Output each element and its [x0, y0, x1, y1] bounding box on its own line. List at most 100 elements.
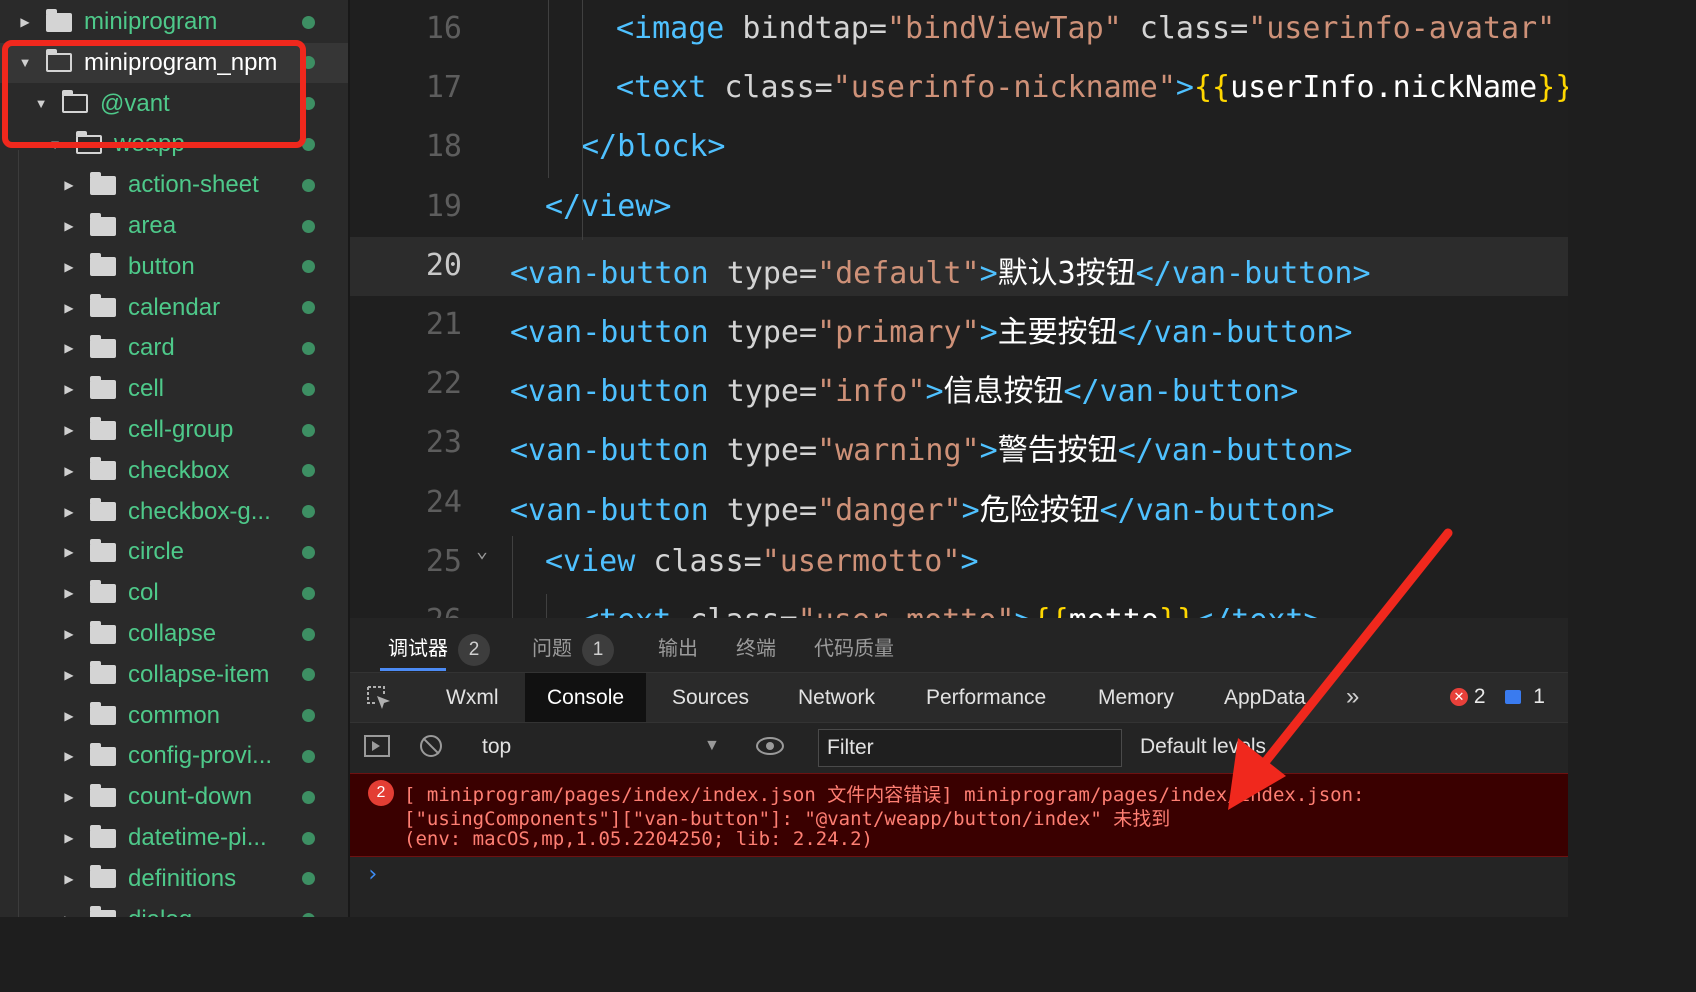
folder-icon [90, 661, 116, 685]
caret-right-icon[interactable]: ▶ [62, 178, 76, 192]
code-line[interactable]: 17 <text class="userinfo-nickname">{{user… [350, 59, 1568, 118]
panel-tab[interactable]: 问题 1 [532, 632, 614, 666]
code-line[interactable]: 26 <text class="user-motto">{{motto}}</te… [350, 592, 1568, 618]
caret-right-icon[interactable]: ▶ [62, 545, 76, 559]
code-content: </block> [581, 129, 726, 164]
code-token: s [1555, 11, 1568, 46]
caret-right-icon[interactable]: ▶ [62, 219, 76, 233]
code-line[interactable]: 18 </block> [350, 118, 1568, 177]
tree-item-circle[interactable]: ▶ circle [0, 532, 348, 572]
code-line[interactable]: 22 <van-button type="info">信息按钮</van-butt… [350, 355, 1568, 414]
message-icon [1505, 690, 1522, 705]
code-line[interactable]: 20 <van-button type="default">默认3按钮</van-… [350, 236, 1568, 296]
caret-right-icon[interactable]: ▶ [62, 586, 76, 600]
code-line[interactable]: 21 <van-button type="primary">主要按钮</van-b… [350, 296, 1568, 355]
tree-item-definitions[interactable]: ▶ definitions [0, 859, 348, 899]
code-line[interactable]: 16 <image bindtap="bindViewTap" class="us… [350, 0, 1568, 59]
tree-item-datetime-pi[interactable]: ▶ datetime-pi... [0, 818, 348, 858]
code-token: {{ [1193, 70, 1231, 106]
devtools-tab[interactable]: Console [525, 673, 647, 723]
tree-item-label: config-provi... [128, 742, 273, 770]
context-select[interactable]: top [482, 735, 511, 759]
devtools-tab[interactable]: Sources [650, 673, 771, 723]
caret-right-icon[interactable]: ▶ [62, 872, 76, 886]
caret-right-icon[interactable]: ▶ [62, 464, 76, 478]
tree-item-card[interactable]: ▶ card [0, 328, 348, 368]
git-status-dot [302, 790, 315, 804]
tree-item-button[interactable]: ▶ button [0, 247, 348, 287]
tree-item-label: dialog [128, 906, 192, 917]
caret-right-icon[interactable]: ▶ [62, 301, 76, 315]
filter-input[interactable] [818, 729, 1122, 767]
tree-item-cell[interactable]: ▶ cell [0, 369, 348, 409]
tree-item-checkbox-g[interactable]: ▶ checkbox-g... [0, 492, 348, 532]
line-number: 19 [425, 188, 462, 224]
red-highlight-box [2, 40, 306, 148]
tree-item-action-sheet[interactable]: ▶ action-sheet [0, 165, 348, 205]
show-sidebar-icon[interactable] [364, 735, 390, 757]
code-token: > [979, 255, 998, 291]
caret-right-icon[interactable]: ▶ [62, 831, 76, 845]
git-status-dot [302, 505, 315, 519]
panel-tab-label: 输出 [658, 638, 698, 660]
caret-right-icon[interactable]: ▶ [62, 790, 76, 804]
panel-tab-badge: 2 [458, 633, 490, 666]
panel-tab[interactable]: 调试器 2 [388, 632, 490, 666]
tree-item-count-down[interactable]: ▶ count-down [0, 777, 348, 817]
devtools-tab[interactable]: Network [776, 673, 897, 723]
chevron-down-icon[interactable]: ⌄ [476, 538, 488, 562]
caret-right-icon[interactable]: ▶ [62, 382, 76, 396]
caret-right-icon[interactable]: ▶ [62, 668, 76, 682]
panel-tab[interactable]: 终端 [736, 632, 776, 661]
active-tab-indicator [380, 668, 446, 671]
tree-item-col[interactable]: ▶ col [0, 573, 348, 613]
git-status-dot [302, 382, 315, 396]
caret-right-icon[interactable]: ▶ [62, 260, 76, 274]
folder-icon [90, 253, 116, 277]
panel-tab[interactable]: 代码质量 [814, 632, 894, 661]
caret-right-icon[interactable]: ▶ [62, 341, 76, 355]
caret-right-icon[interactable]: ▶ [62, 423, 76, 437]
caret-right-icon[interactable]: ▶ [62, 913, 76, 917]
code-line[interactable]: 23 <van-button type="warning">警告按钮</van-b… [350, 414, 1568, 473]
tree-item-area[interactable]: ▶ area [0, 206, 348, 246]
more-tabs-icon[interactable]: » [1346, 683, 1359, 711]
git-status-dot [302, 709, 315, 723]
clear-console-icon[interactable] [420, 735, 442, 757]
console-toolbar: top ▼ Default levels [350, 722, 1568, 773]
tree-item-label: button [128, 252, 195, 280]
tree-item-calendar[interactable]: ▶ calendar [0, 288, 348, 328]
devtools-tab[interactable]: Wxml [424, 673, 520, 723]
console-prompt[interactable]: › [366, 862, 379, 887]
tree-item-checkbox[interactable]: ▶ checkbox [0, 451, 348, 491]
tree-item-config-provi[interactable]: ▶ config-provi... [0, 736, 348, 776]
tree-item-dialog[interactable]: ▶ dialog [0, 900, 348, 917]
tree-item-collapse-item[interactable]: ▶ collapse-item [0, 655, 348, 695]
devtools-tab[interactable]: AppData [1202, 673, 1322, 723]
code-token: <van-button [510, 255, 709, 291]
issue-counter[interactable]: ✕ 2 1 [1450, 685, 1545, 709]
caret-right-icon[interactable]: ▶ [62, 627, 76, 641]
log-levels-select[interactable]: Default levels [1140, 735, 1266, 759]
inspect-element-icon[interactable] [366, 685, 392, 711]
caret-right-icon[interactable]: ▶ [62, 709, 76, 723]
debug-panel: 调试器 2 问题 1 输出 终端 代码质量 Wxml Console Sources Networ… [350, 618, 1568, 917]
code-line[interactable]: 19 </view> [350, 178, 1568, 237]
code-line[interactable]: 25 <view class="usermotto"> [350, 533, 1568, 592]
code-line[interactable]: 24 <van-button type="danger">危险按钮</van-bu… [350, 474, 1568, 533]
caret-right-icon[interactable]: ▶ [62, 505, 76, 519]
devtools-tab[interactable]: Performance [904, 673, 1068, 723]
code-token: "danger" [817, 492, 962, 528]
tree-item-cell-group[interactable]: ▶ cell-group [0, 410, 348, 450]
caret-right-icon[interactable]: ▶ [62, 749, 76, 763]
caret-right-icon[interactable]: ▶ [18, 15, 32, 29]
dropdown-arrow-icon[interactable]: ▼ [704, 737, 720, 755]
tree-item-common[interactable]: ▶ common [0, 696, 348, 736]
tree-item-collapse[interactable]: ▶ collapse [0, 614, 348, 654]
devtools-tab[interactable]: Memory [1076, 673, 1196, 723]
tree-item-label: checkbox-g... [128, 497, 271, 525]
tree-item-miniprogram[interactable]: ▶ miniprogram [0, 2, 348, 42]
code-editor[interactable]: 16 <image bindtap="bindViewTap" class="us… [350, 0, 1568, 618]
live-expression-eye-icon[interactable] [756, 737, 784, 755]
panel-tab[interactable]: 输出 [658, 632, 698, 661]
